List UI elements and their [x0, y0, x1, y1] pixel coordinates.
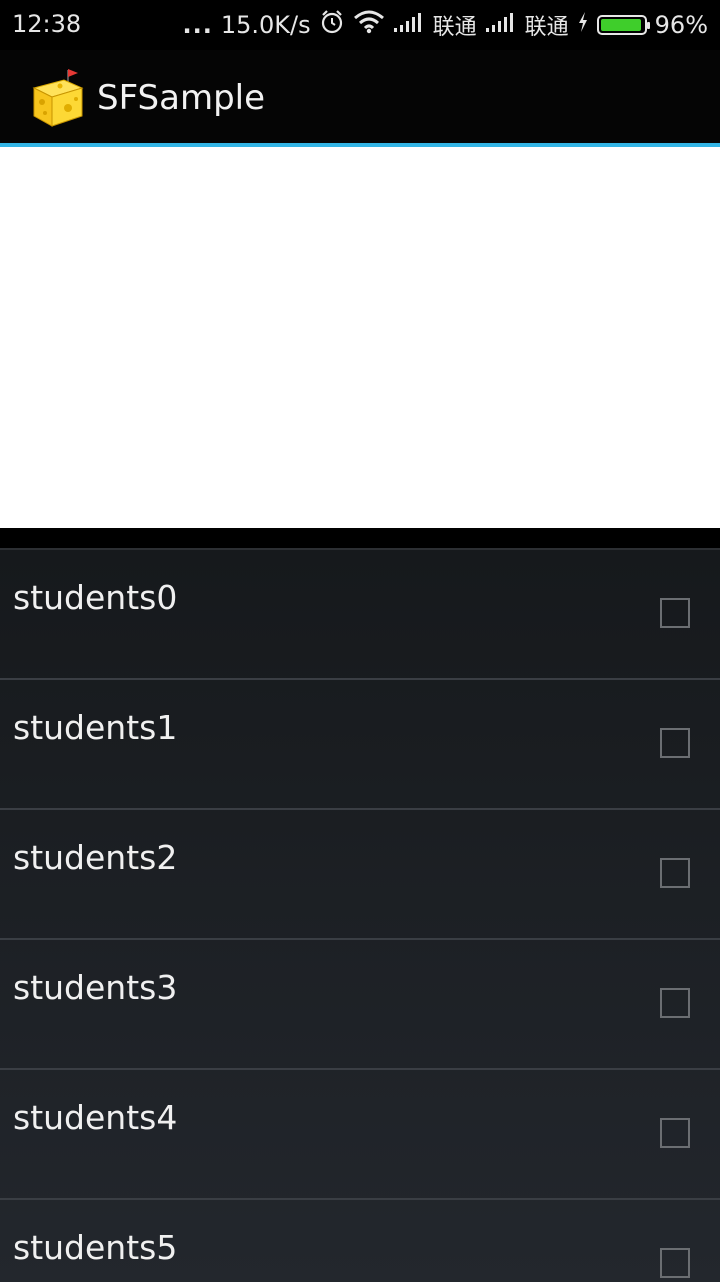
list-item[interactable]: students0 — [0, 550, 720, 680]
carrier-label-2: 联通 — [524, 15, 569, 40]
list-item-label: students4 — [13, 1098, 178, 1137]
list-item-checkbox[interactable] — [660, 598, 690, 628]
list-item-checkbox[interactable] — [660, 1118, 690, 1148]
notification-dots: ... — [182, 11, 213, 39]
battery-level — [600, 19, 641, 31]
divider — [0, 528, 720, 548]
status-indicators: ... 15.0K/s 联通 联通 96% — [182, 8, 708, 42]
list-item-checkbox[interactable] — [660, 988, 690, 1018]
list-item-label: students3 — [13, 968, 178, 1007]
list-item-checkbox[interactable] — [660, 858, 690, 888]
alarm-icon — [319, 9, 345, 41]
list-item-label: students1 — [13, 708, 178, 747]
list-item-label: students0 — [13, 578, 178, 617]
list-item-label: students2 — [13, 838, 178, 877]
cheese-app-icon[interactable] — [28, 66, 86, 128]
list-item[interactable]: students1 — [0, 680, 720, 810]
app-title: SFSample — [97, 78, 266, 118]
student-list[interactable]: students0 students1 students2 students3 … — [0, 548, 720, 1282]
content-area — [0, 147, 720, 528]
signal-icon — [485, 11, 517, 39]
action-bar: SFSample — [0, 50, 720, 147]
charging-icon — [577, 11, 589, 39]
list-item-checkbox[interactable] — [660, 1248, 690, 1278]
battery-icon — [596, 15, 650, 35]
list-item[interactable]: students2 — [0, 810, 720, 940]
signal-icon — [393, 11, 425, 39]
list-item[interactable]: students5 — [0, 1200, 720, 1282]
network-speed: 15.0K/s — [220, 11, 311, 39]
list-item-label: students5 — [13, 1228, 178, 1267]
battery-percent: 96% — [654, 11, 708, 39]
status-time: 12:38 — [12, 10, 82, 38]
list-item[interactable]: students3 — [0, 940, 720, 1070]
list-item[interactable]: students4 — [0, 1070, 720, 1200]
status-bar: 12:38 ... 15.0K/s 联通 联通 96% — [0, 0, 720, 50]
list-item-checkbox[interactable] — [660, 728, 690, 758]
carrier-label-1: 联通 — [432, 15, 477, 40]
wifi-icon — [353, 10, 385, 40]
